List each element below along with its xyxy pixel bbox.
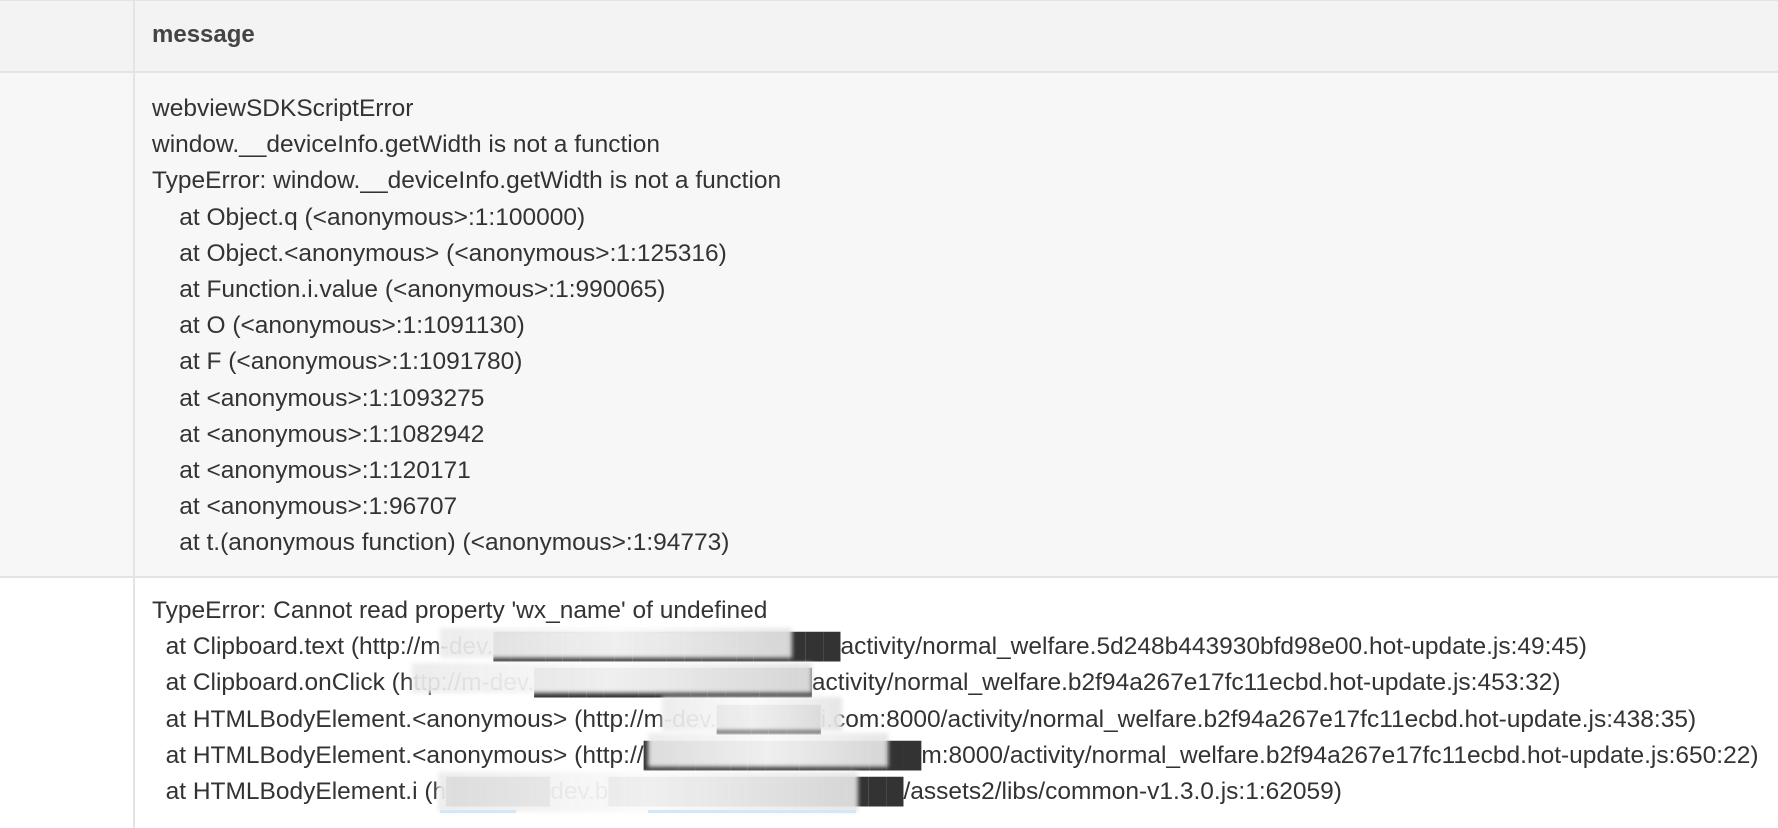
- stack-trace-line: at Function.i.value (<anonymous>:1:99006…: [152, 276, 666, 304]
- redaction-blur: [662, 697, 842, 731]
- redaction-blur: [438, 772, 858, 812]
- error-message-lines: webviewSDKScriptError window.__deviceInfo…: [152, 73, 1768, 562]
- message-column-header[interactable]: message: [135, 1, 1778, 71]
- message-cell[interactable]: TypeError: Cannot read property 'wx_name…: [135, 578, 1778, 828]
- log-table: message webviewSDKScriptError window.__de…: [0, 0, 1778, 828]
- redaction-blur: [648, 733, 888, 767]
- stack-trace-line: TypeError: window.__deviceInfo.getWidth …: [152, 167, 782, 195]
- stack-trace-line: window.__deviceInfo.getWidth is not a fu…: [152, 131, 661, 159]
- error-title-line: webviewSDKScriptError: [152, 95, 414, 122]
- stack-trace-line: at <anonymous>:1:1093275: [152, 384, 485, 412]
- message-header-label: message: [152, 21, 255, 48]
- redaction-blur: [412, 663, 812, 693]
- stack-trace-line: at Clipboard.onClick (http://m-dev.█████…: [152, 669, 1561, 697]
- error-title-line: TypeError: Cannot read property 'wx_name…: [152, 597, 768, 624]
- stack-trace-line: at HTMLBodyElement.<anonymous> (http://m…: [152, 705, 1697, 733]
- stack-trace-line: at <anonymous>:1:96707: [152, 493, 458, 521]
- stack-trace-line: at HTMLBodyElement.i (h██████dev.b██████…: [165, 778, 1342, 806]
- redaction-blur: [440, 628, 792, 658]
- redaction-blur: [440, 810, 516, 813]
- index-column-header: [0, 1, 135, 71]
- message-cell[interactable]: webviewSDKScriptError window.__deviceInfo…: [135, 73, 1778, 576]
- stack-trace-line: at HTMLBodyElement.<anonymous> (http://█…: [152, 741, 1759, 769]
- table-row[interactable]: webviewSDKScriptError window.__deviceInfo…: [0, 73, 1778, 578]
- stack-trace-line: at <anonymous>:1:1082942: [152, 420, 485, 448]
- stack-trace-line: at F (<anonymous>:1:1091780): [152, 348, 523, 376]
- error-message-lines: TypeError: Cannot read property 'wx_name…: [152, 578, 1768, 810]
- table-row[interactable]: TypeError: Cannot read property 'wx_name…: [0, 578, 1778, 828]
- stack-trace-line: at t.(anonymous function) (<anonymous>:1…: [152, 529, 730, 557]
- row-index-cell: [0, 73, 135, 576]
- stack-trace-line: at Clipboard.text (http://m-dev.████████…: [152, 633, 1587, 661]
- stack-trace-line: at Object.<anonymous> (<anonymous>:1:125…: [152, 239, 727, 267]
- redaction-blur: [648, 810, 856, 813]
- stack-trace-line: at Object.q (<anonymous>:1:100000): [152, 203, 586, 231]
- table-header-row: message: [0, 0, 1778, 73]
- stack-trace-line: at O (<anonymous>:1:1091130): [152, 312, 525, 340]
- row-index-cell: [0, 578, 135, 828]
- stack-trace-line: at <anonymous>:1:120171: [152, 457, 471, 485]
